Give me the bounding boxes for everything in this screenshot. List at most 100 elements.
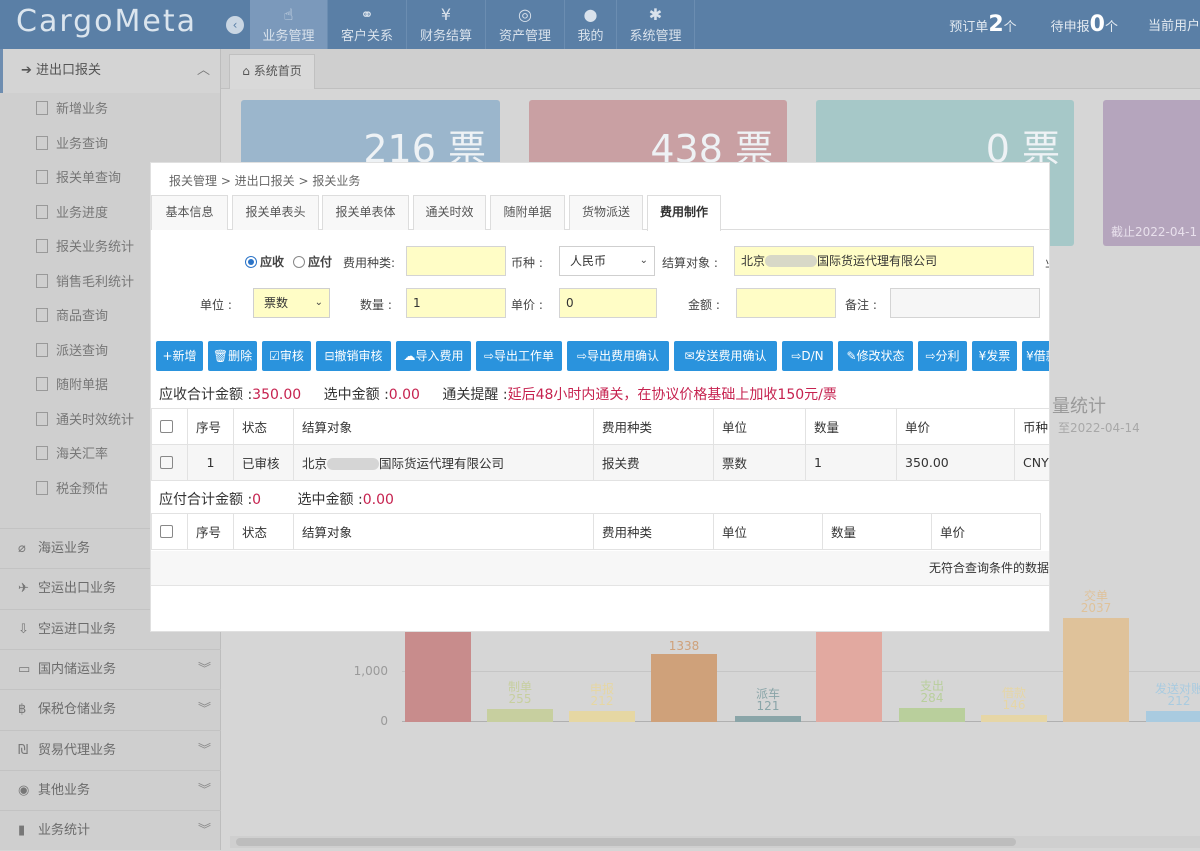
radio-receivable-label: 应收 [260,255,285,269]
topnav-assets[interactable]: ◎ 资产管理 [486,0,565,49]
col-fee-type[interactable]: 费用种类 [593,513,714,550]
col-qty[interactable]: 数量 [805,408,897,445]
toolbar-button-11[interactable]: ¥发票 [972,341,1017,371]
col-no[interactable]: 序号 [187,513,234,550]
sidebar-group[interactable]: ฿ 保税仓储业务 ︾ [0,689,221,729]
toolbar-button-3[interactable]: ⊟撤销审核 [316,341,391,371]
sidebar-item[interactable]: 新增业务 [0,93,220,128]
col-no[interactable]: 序号 [187,408,234,445]
toolbar-button-8[interactable]: ⇨D/N [782,341,833,371]
col-currency[interactable]: 币种 [1014,408,1049,445]
col-fee-type[interactable]: 费用种类 [593,408,714,445]
sidebar-item-label: 业务查询 [56,136,109,152]
tab-fee-making[interactable]: 费用制作 [647,195,721,231]
chart-data-label: 借款 146 [1001,685,1026,712]
fee-type-input[interactable] [406,246,506,276]
tab-basic-info[interactable]: 基本信息 [151,195,228,230]
ship-icon: ⌀ [18,541,26,556]
redacted-blur [327,458,380,470]
amount-input[interactable] [736,288,836,318]
toolbar-button-9[interactable]: ✎修改状态 [838,341,913,371]
toolbar-button-1[interactable]: 🗑删除 [208,341,257,371]
unit-select[interactable]: 票数 ⌄ [253,288,330,318]
sidebar-item-label: 报关单查询 [56,171,122,186]
toolbar-button-12[interactable]: ¥借款 [1022,341,1049,371]
row-checkbox-cell[interactable] [151,444,188,481]
table-row[interactable]: 1 已审核 北京 国际货运代理有限公司 报关费 票数 1 350.00 CNY [151,444,1049,481]
settlement-target-input[interactable]: 北京 国际货运代理有限公司 [734,246,1034,276]
topnav-system[interactable]: ✱ 系统管理 [617,0,695,49]
topnav-label: 我的 [577,29,604,44]
col-target[interactable]: 结算对象 [293,408,594,445]
sidebar-group[interactable]: ◉ 其他业务 ︾ [0,769,221,810]
col-status[interactable]: 状态 [233,513,294,550]
sidebar-group-label: 空运出口业务 [38,581,117,597]
toolbar-button-2[interactable]: ☑审核 [262,341,311,371]
cell-status: 已审核 [233,444,294,481]
toolbar-button-5[interactable]: ⇨导出工作单 [476,341,562,371]
chart-bar [816,632,882,722]
select-all-checkbox[interactable] [151,513,188,550]
topnav-finance[interactable]: ¥ 财务结算 [407,0,486,49]
preorder-count[interactable]: 预订单2个 [949,12,1016,37]
current-user[interactable]: 当前用户 [1148,15,1200,34]
col-target[interactable]: 结算对象 [293,513,594,550]
tab-attached-docs[interactable]: 随附单据 [490,195,565,230]
toolbar-button-0[interactable]: +新增 [156,341,203,371]
remark-input[interactable] [890,288,1040,318]
breadcrumb: 报关管理 > 进出口报关 > 报关业务 [169,174,361,188]
topnav-customer[interactable]: ⚭ 客户关系 [328,0,407,49]
col-status[interactable]: 状态 [233,408,294,445]
collapse-sidebar-icon[interactable]: ‹ [226,16,244,34]
file-icon [36,273,48,288]
quantity-input[interactable]: 1 [406,288,506,318]
hand-pointer-icon: ☝ [283,5,294,24]
chart-bar [569,711,635,722]
sidebar-item-label: 通关时效统计 [56,412,135,428]
sidebar-group[interactable]: ▮ 业务统计 ︾ [0,810,221,850]
col-price[interactable]: 单价 [931,513,1041,550]
file-icon [36,446,48,460]
checkbox[interactable] [160,525,173,538]
scrollbar-thumb[interactable] [236,838,1016,846]
sidebar-group[interactable]: ₪ 贸易代理业务 ︾ [0,729,221,770]
tab-delivery[interactable]: 货物派送 [569,195,643,230]
unit-price-input[interactable]: 0 [559,288,657,318]
target-label: 结算对象 : [662,256,718,270]
currency-select[interactable]: 人民币 ⌄ [559,246,655,276]
checkbox[interactable] [160,420,173,433]
checkbox[interactable] [160,456,173,469]
payable-total-label: 应付合计金额 : [159,492,253,508]
col-qty[interactable]: 数量 [822,513,932,550]
topnav-business[interactable]: ☝ 业务管理 [250,0,328,49]
stats-title: 量统计 [1052,396,1106,417]
chart-bar [735,715,801,722]
sidebar-section-import-export[interactable]: ➔ 进出口报关 ︿ [0,49,220,93]
horizontal-scrollbar[interactable] [230,836,1200,848]
chart-data-label: 发送对账 212 [1154,682,1200,709]
price-label: 单价 : [511,298,543,312]
table-header-row: 序号 状态 结算对象 费用种类 单位 数量 单价 币种 [151,408,1049,445]
topnav-mine[interactable]: ● 我的 [565,0,617,49]
radio-payable[interactable]: 应付 [293,253,332,270]
radio-receivable[interactable]: 应收 [245,253,284,270]
sidebar-item[interactable]: 业务查询 [0,128,220,163]
pending-count[interactable]: 待申报0个 [1051,12,1118,37]
col-unit[interactable]: 单位 [713,408,806,445]
col-price[interactable]: 单价 [896,408,1015,445]
tab-home[interactable]: ⌂ 系统首页 [229,54,315,89]
y-tick-label: 0 [380,714,388,728]
tab-clearance-time[interactable]: 通关时效 [413,195,486,230]
tab-declaration-header[interactable]: 报关单表头 [232,195,319,230]
toolbar-button-4[interactable]: ☁导入费用 [396,341,471,371]
payable-selected-value: 0.00 [362,492,394,508]
toolbar-button-6[interactable]: ⇨导出费用确认 [567,341,669,371]
select-all-checkbox[interactable] [151,408,188,445]
tab-declaration-body[interactable]: 报关单表体 [322,195,409,230]
sidebar-group[interactable]: ▭ 国内储运业务 ︾ [0,648,221,689]
col-unit[interactable]: 单位 [713,513,823,550]
pending-unit: 个 [1104,20,1118,35]
toolbar-button-10[interactable]: ⇨分利 [918,341,967,371]
stat-card-4[interactable]: 截止2022-04-1 [1103,100,1200,246]
toolbar-button-7[interactable]: ✉发送费用确认 [674,341,777,371]
